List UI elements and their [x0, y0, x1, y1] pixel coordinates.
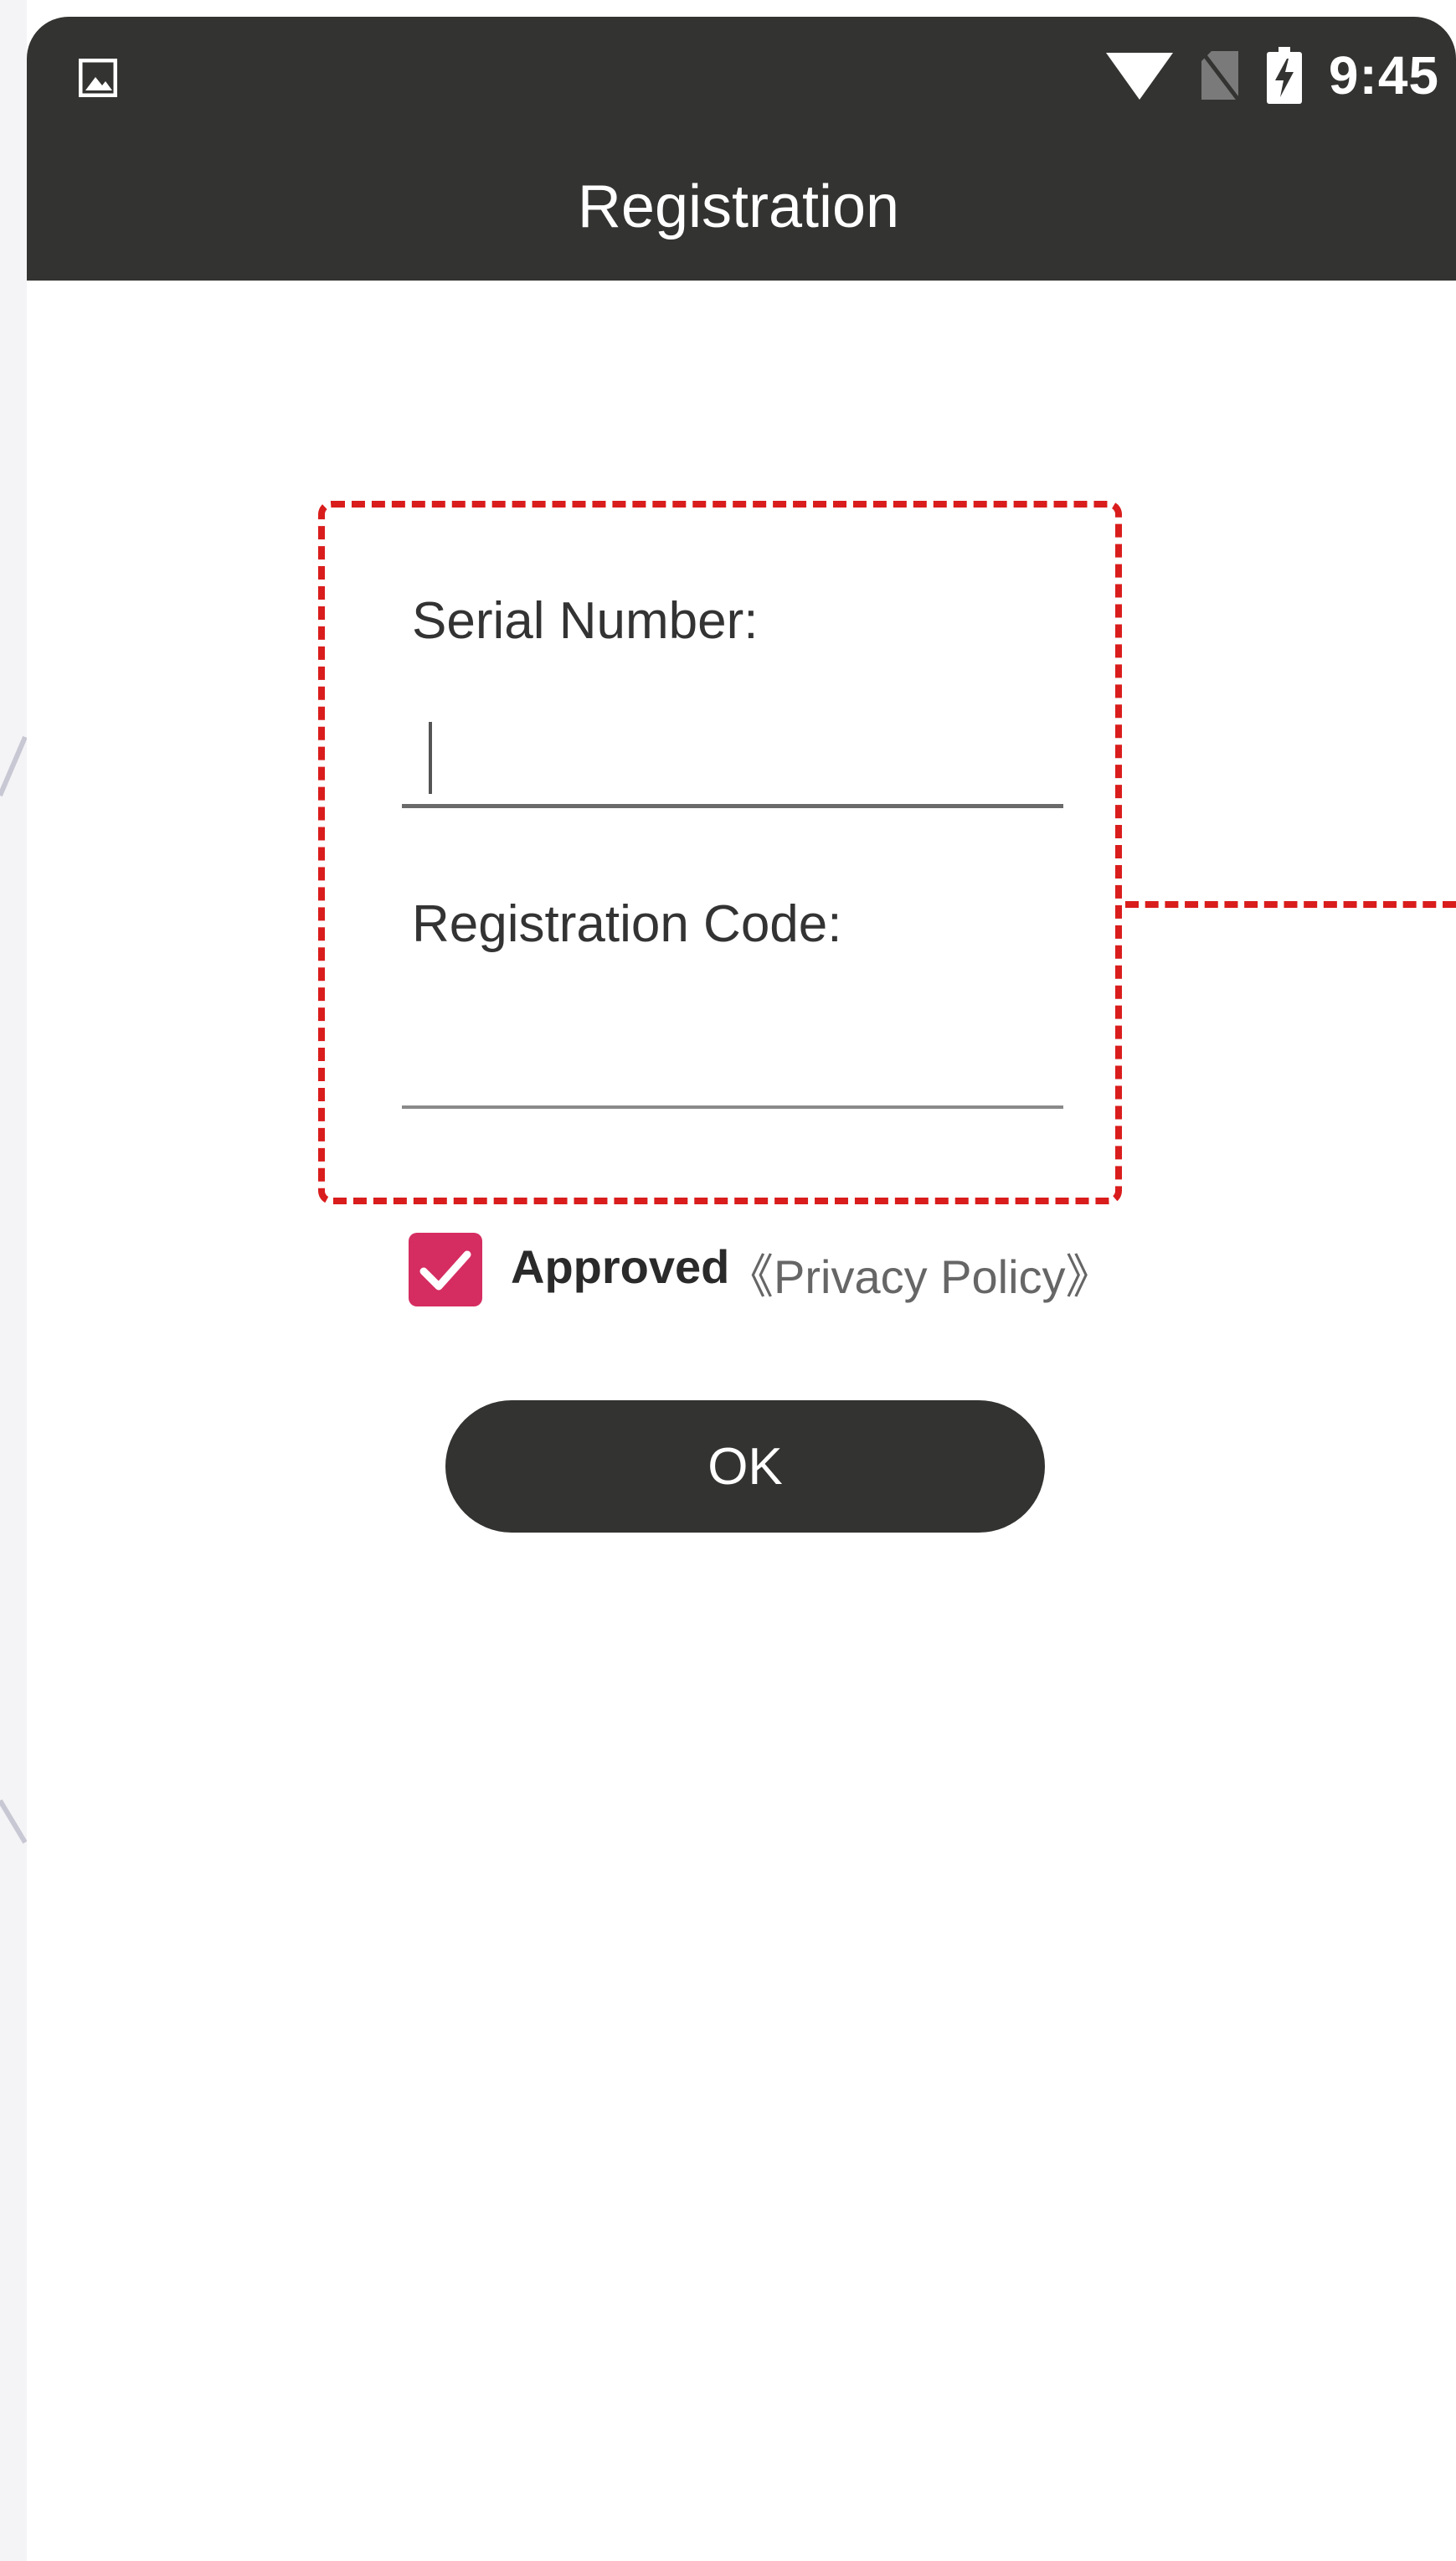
ok-button[interactable]: OK: [445, 1400, 1045, 1533]
checkmark-icon: [419, 1250, 471, 1291]
gallery-icon: [79, 59, 117, 97]
approve-checkbox[interactable]: [409, 1233, 482, 1306]
status-icons: 9:45: [1105, 42, 1439, 109]
app-bar: Registration: [27, 134, 1456, 281]
wifi-icon: [1105, 53, 1173, 100]
highlight-callout-line: [1125, 901, 1456, 908]
status-time: 9:45: [1328, 45, 1439, 106]
page-title: Registration: [577, 173, 900, 240]
battery-charging-icon: [1266, 47, 1302, 104]
background-decoration: [0, 735, 28, 1844]
approved-label: Approved: [511, 1240, 730, 1293]
privacy-policy-link[interactable]: 《Privacy Policy》: [727, 1239, 1113, 1307]
highlight-box: [318, 501, 1122, 1204]
status-bar: 9:45: [27, 17, 1456, 134]
no-sim-icon: [1199, 49, 1240, 101]
